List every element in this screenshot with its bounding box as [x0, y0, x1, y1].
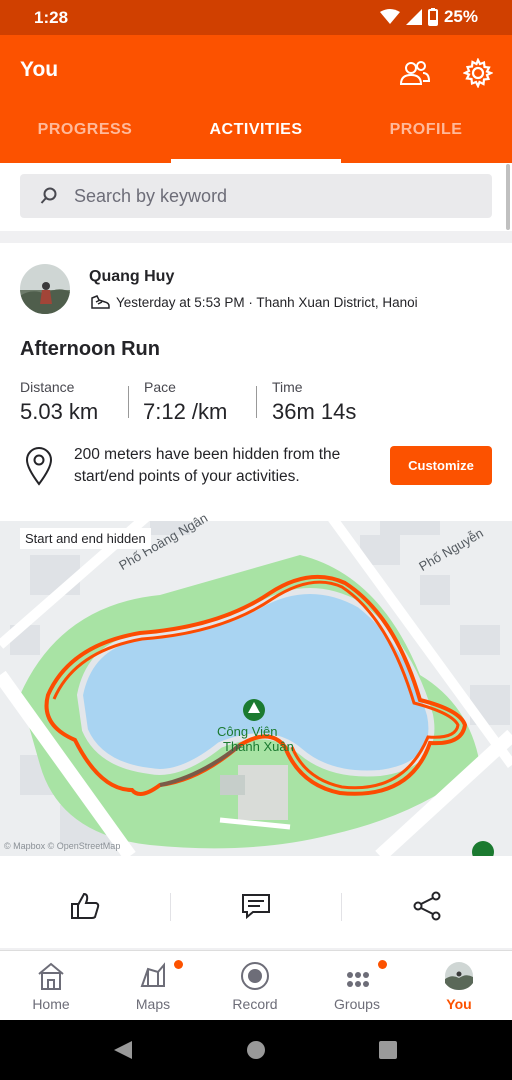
- activity-actions: [0, 877, 512, 935]
- activity-map[interactable]: Phố Hoàng Ngân Phố Nguyễn Công Viên Than…: [0, 515, 512, 856]
- find-friends-button[interactable]: [395, 53, 435, 93]
- stat-divider: [128, 386, 129, 418]
- bottom-nav: Home Maps Record Groups You: [0, 950, 512, 1020]
- running-shoe-icon: [91, 295, 110, 309]
- search-input[interactable]: Search by keyword: [20, 174, 492, 218]
- system-nav-bar: [0, 1020, 512, 1080]
- comment-button[interactable]: [171, 877, 341, 935]
- nav-you[interactable]: You: [408, 951, 510, 1021]
- nav-home[interactable]: Home: [0, 951, 102, 1021]
- activity-title[interactable]: Afternoon Run: [20, 338, 160, 361]
- gear-icon: [463, 58, 493, 88]
- search-icon: [40, 187, 57, 204]
- tab-profile[interactable]: PROFILE: [341, 121, 511, 139]
- home-icon: [38, 962, 64, 990]
- nav-label: You: [446, 996, 472, 1012]
- signal-icon: [405, 9, 422, 25]
- stat-distance-value: 5.03 km: [20, 399, 99, 424]
- stat-divider: [256, 386, 257, 418]
- location-pin-icon: [25, 447, 53, 486]
- record-icon: [241, 962, 269, 990]
- kudos-button[interactable]: [0, 877, 170, 935]
- wifi-icon: [379, 9, 400, 24]
- status-time: 1:28: [34, 8, 69, 27]
- park-label: Thanh Xuân: [223, 739, 294, 754]
- park-label: Công Viên: [217, 724, 278, 739]
- start-end-hidden-label: Start and end hidden: [20, 528, 151, 549]
- people-icon: [399, 61, 431, 85]
- stat-pace-label: Pace: [144, 379, 176, 395]
- search-placeholder: Search by keyword: [74, 186, 228, 206]
- battery-icon: [427, 8, 438, 26]
- settings-button[interactable]: [458, 53, 498, 93]
- nav-label: Record: [232, 996, 278, 1012]
- comment-icon: [242, 894, 270, 919]
- stat-distance-label: Distance: [20, 379, 75, 395]
- home-button-icon[interactable]: [244, 1038, 268, 1062]
- athlete-name[interactable]: Quang Huy: [89, 268, 174, 286]
- status-bar: 1:28 25%: [0, 0, 512, 35]
- stat-pace-value: 7:12 /km: [143, 399, 228, 424]
- nav-maps[interactable]: Maps: [102, 951, 204, 1021]
- stat-time-label: Time: [272, 379, 303, 395]
- customize-button[interactable]: Customize: [390, 446, 492, 485]
- nav-label: Maps: [135, 996, 171, 1012]
- stat-time-value: 36m 14s: [272, 399, 357, 424]
- notification-dot: [378, 960, 387, 969]
- app-header: You PROGRESS ACTIVITIES PROFILE: [0, 35, 512, 163]
- map-icon: [140, 962, 165, 987]
- back-icon[interactable]: [112, 1039, 134, 1061]
- recents-icon[interactable]: [378, 1040, 398, 1060]
- athlete-avatar[interactable]: [20, 264, 70, 314]
- map-attribution: © Mapbox © OpenStreetMap: [4, 841, 121, 851]
- battery-level: 25%: [443, 7, 478, 26]
- groups-icon: [347, 972, 369, 987]
- tab-progress[interactable]: PROGRESS: [0, 121, 170, 139]
- nav-groups[interactable]: Groups: [306, 951, 408, 1021]
- nav-label: Groups: [334, 996, 380, 1012]
- avatar: [445, 962, 473, 990]
- activity-meta: Yesterday at 5:53 PM · Thanh Xuan Distri…: [116, 294, 418, 310]
- nav-label: Home: [32, 996, 70, 1012]
- privacy-notice: 200 meters have been hidden from the sta…: [74, 446, 341, 485]
- nav-record[interactable]: Record: [204, 951, 306, 1021]
- page-title: You: [20, 58, 59, 81]
- share-icon: [413, 891, 441, 921]
- tab-activities[interactable]: ACTIVITIES: [171, 121, 341, 139]
- thumbs-up-icon: [71, 892, 100, 919]
- notification-dot: [174, 960, 183, 969]
- scrollbar[interactable]: [506, 164, 510, 230]
- share-button[interactable]: [342, 877, 512, 935]
